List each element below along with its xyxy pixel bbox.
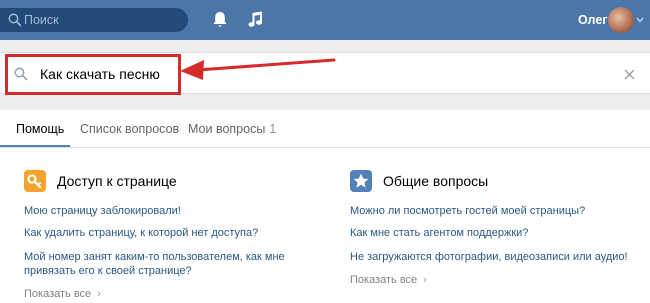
active-tab-indicator [0, 145, 70, 147]
tab-help[interactable]: Помощь [16, 122, 64, 136]
question-link[interactable]: Как удалить страницу, к которой нет дост… [24, 226, 258, 240]
section-title: Доступ к странице [57, 173, 177, 189]
question-link[interactable]: Как мне стать агентом поддержки? [350, 226, 528, 240]
tab-my-questions-label: Мои вопросы [188, 122, 266, 136]
bell-icon[interactable] [212, 11, 228, 29]
help-content: Доступ к странице Мою страницу заблокиро… [0, 148, 650, 303]
question-link[interactable]: привязать его к своей странице? [24, 264, 192, 278]
question-link[interactable]: Мой номер занят каким-то пользователем, … [24, 250, 285, 264]
close-icon[interactable] [624, 69, 635, 80]
header-search-field[interactable]: Поиск [0, 8, 188, 32]
question-link[interactable]: Не загружаются фотографии, видеозаписи и… [350, 250, 628, 264]
question-link[interactable]: Можно ли посмотреть гостей моей страницы… [350, 204, 585, 218]
chevron-right-icon: › [97, 288, 101, 300]
header-search-placeholder: Поиск [24, 13, 59, 27]
tab-my-questions-count: 1 [269, 122, 277, 136]
tab-my-questions[interactable]: Мои вопросы 1 [188, 122, 276, 136]
question-link[interactable]: Мою страницу заблокировали! [24, 204, 181, 218]
show-all-link[interactable]: Показать все › [24, 288, 101, 300]
user-name[interactable]: Олег [578, 13, 608, 27]
annotation-arrow [180, 58, 336, 80]
tab-questions-list[interactable]: Список вопросов [80, 122, 179, 136]
show-all-link[interactable]: Показать все › [350, 274, 427, 286]
music-icon[interactable] [248, 11, 264, 29]
help-tabs: Помощь Список вопросов Мои вопросы 1 [0, 110, 650, 148]
key-icon [24, 170, 46, 192]
show-all-label: Показать все [350, 274, 418, 286]
star-icon [350, 170, 372, 192]
annotation-highlight-box [5, 54, 181, 95]
chevron-down-icon[interactable] [636, 17, 644, 23]
section-title: Общие вопросы [383, 173, 489, 189]
show-all-label: Показать все [24, 288, 92, 300]
avatar[interactable] [608, 7, 634, 33]
search-icon [8, 13, 22, 27]
top-header-bar: Поиск Олег [0, 0, 650, 40]
chevron-right-icon: › [423, 274, 427, 286]
